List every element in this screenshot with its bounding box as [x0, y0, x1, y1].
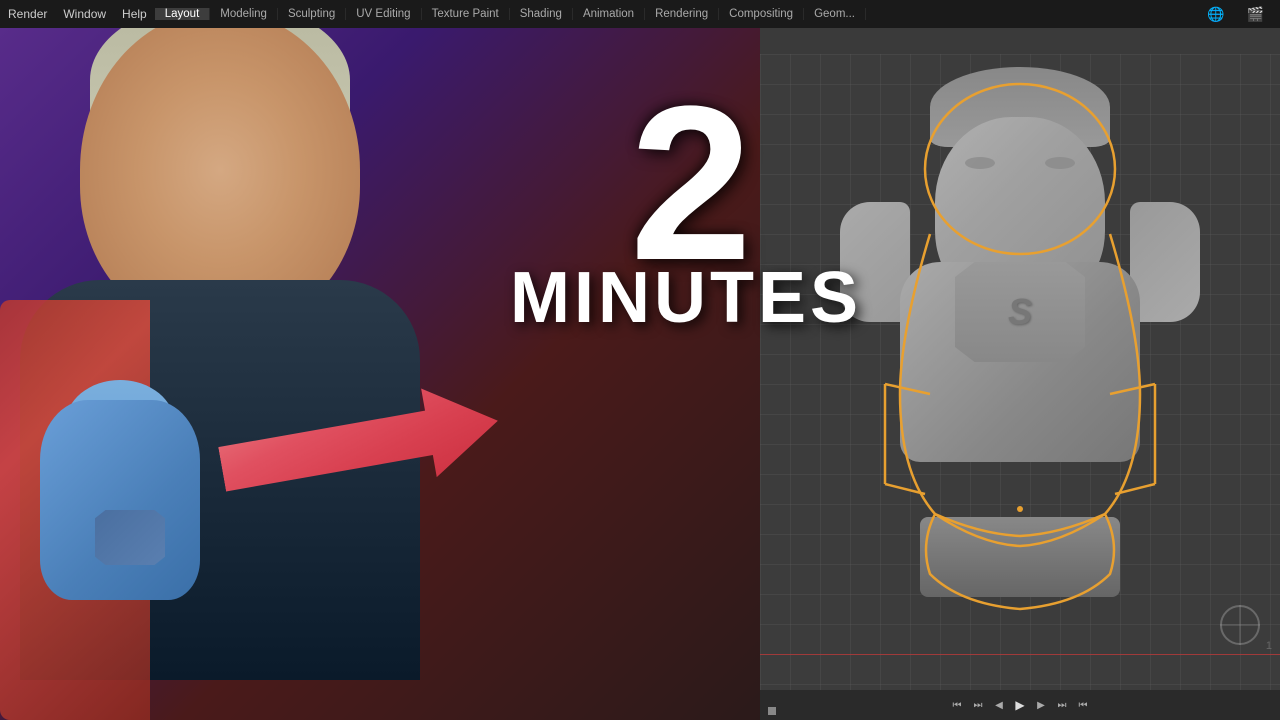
bust-base-3d: [920, 517, 1120, 597]
tab-animation[interactable]: Animation: [573, 8, 645, 20]
superman-3d-model: S: [860, 97, 1180, 597]
tab-uv-editing[interactable]: UV Editing: [346, 8, 421, 20]
gizmo-circle[interactable]: [1220, 605, 1260, 645]
small-superman-bust: S: [20, 380, 220, 630]
playback-play[interactable]: ▶: [1011, 696, 1029, 714]
playback-next-keyframe[interactable]: ⏭: [1053, 696, 1071, 714]
tab-modeling[interactable]: Modeling: [210, 8, 278, 20]
bust-shield-3d: S: [955, 262, 1085, 362]
origin-dot: [1017, 506, 1023, 512]
overlay-text: 2 MINUTES: [510, 90, 862, 339]
blender-topbar: Render Window Help Layout Modeling Sculp…: [0, 0, 1280, 28]
menu-render[interactable]: Render: [0, 0, 55, 28]
arrow-shape: [214, 376, 505, 513]
tab-texture-paint[interactable]: Texture Paint: [422, 8, 510, 20]
render-icon[interactable]: 🎬: [1239, 6, 1272, 23]
tab-shading[interactable]: Shading: [510, 8, 573, 20]
arrow-graphic: [220, 380, 540, 530]
bust-chest-3d: S: [900, 262, 1140, 462]
playback-skip-start[interactable]: ⏮: [948, 696, 966, 714]
menu-window[interactable]: Window: [55, 0, 114, 28]
tab-geometry[interactable]: Geom...: [804, 8, 866, 20]
bust-shoulder-right: [1130, 202, 1200, 322]
playback-prev-keyframe[interactable]: ⏭: [969, 696, 987, 714]
app: S 2 MINUTES Render Window Help Layout Mo…: [0, 0, 1280, 720]
scene-selector-icon[interactable]: 🌐: [1199, 6, 1232, 23]
playback-bar: ⏮ ⏭ ◀ ▶ ▶ ⏭ ⏮: [760, 690, 1280, 720]
playback-prev-frame[interactable]: ◀: [990, 696, 1008, 714]
tab-layout[interactable]: Layout: [155, 8, 211, 20]
viewport-gizmo[interactable]: [1220, 605, 1260, 645]
menu-help[interactable]: Help: [114, 0, 155, 28]
overlay-number: 2: [510, 90, 862, 277]
viewport-number-badge: 1: [1266, 640, 1272, 652]
bust-body: S: [40, 400, 200, 600]
bust-s-emblem: S: [95, 510, 165, 565]
tab-sculpting[interactable]: Sculpting: [278, 8, 346, 20]
tab-rendering[interactable]: Rendering: [645, 8, 719, 20]
gizmo-vertical: [1240, 605, 1241, 645]
playback-skip-end[interactable]: ⏮: [1074, 696, 1092, 714]
x-axis-line: [760, 654, 1280, 655]
playback-next-frame[interactable]: ▶: [1032, 696, 1050, 714]
overlay-label: MINUTES: [510, 257, 862, 339]
tab-compositing[interactable]: Compositing: [719, 8, 804, 20]
